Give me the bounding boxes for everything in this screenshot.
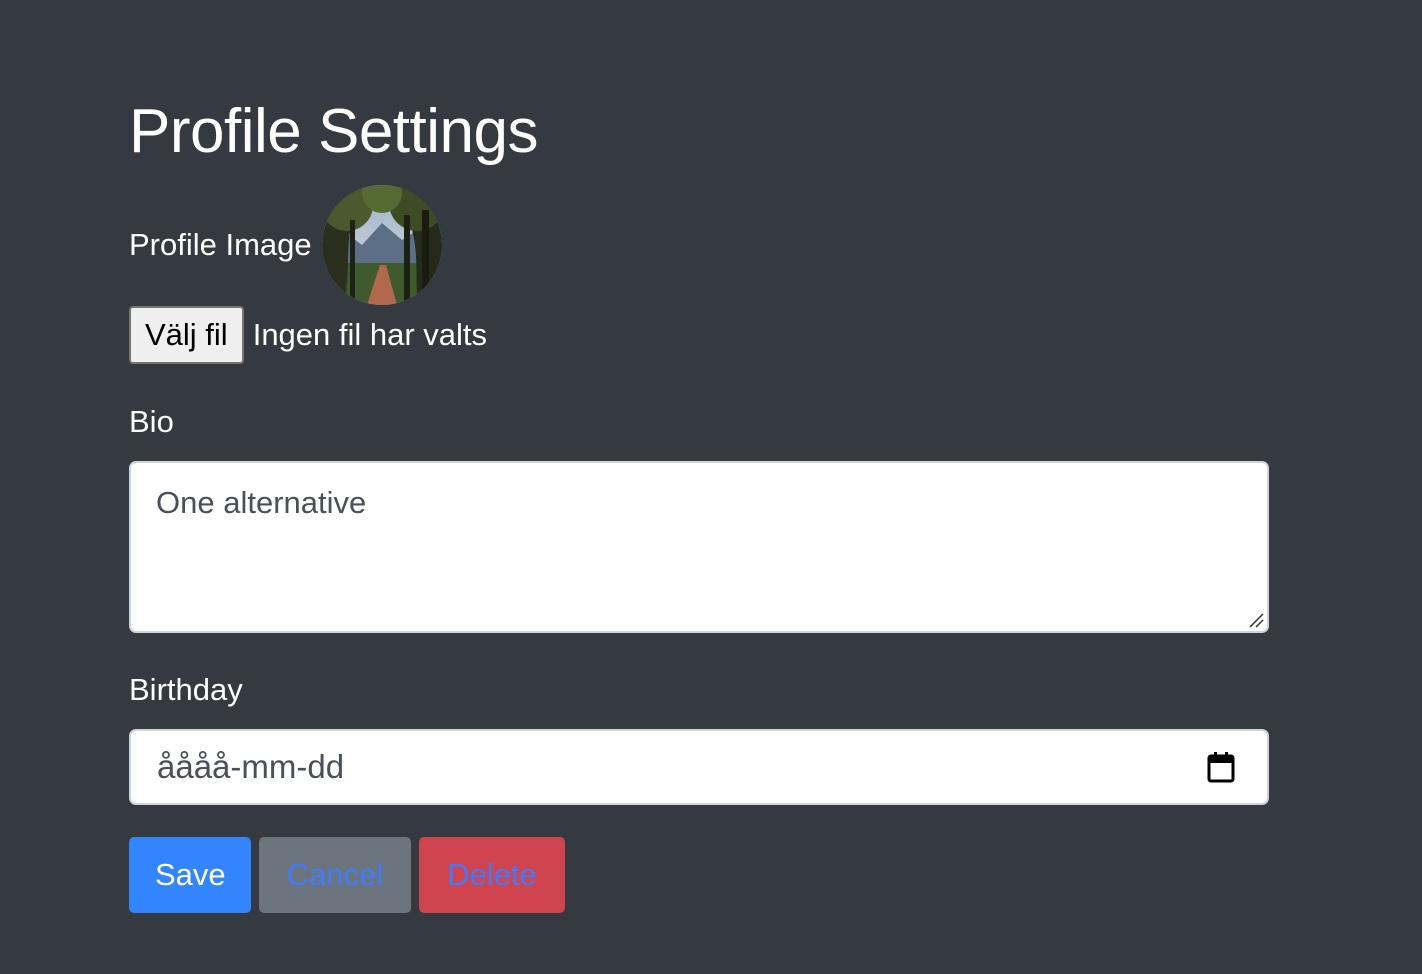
birthday-date-input[interactable]: åååå-mm-dd: [129, 729, 1269, 805]
delete-button[interactable]: Delete: [419, 837, 565, 913]
profile-image-label: Profile Image: [129, 227, 312, 262]
avatar: [321, 185, 442, 305]
save-button[interactable]: Save: [129, 837, 251, 913]
action-buttons: Save Cancel Delete: [129, 837, 565, 913]
profile-image-row: Profile Image: [129, 184, 442, 306]
birthday-label: Birthday: [129, 672, 243, 707]
file-status: Ingen fil har valts: [252, 317, 488, 352]
choose-file-button[interactable]: Välj fil: [129, 306, 244, 364]
page-title: Profile Settings: [129, 97, 539, 166]
file-input: Välj fil Ingen fil har valts: [129, 305, 487, 365]
bio-textarea[interactable]: One alternative: [129, 461, 1269, 633]
cancel-button[interactable]: Cancel: [259, 837, 411, 913]
bio-label: Bio: [129, 404, 174, 439]
bio-value: One alternative: [156, 485, 367, 520]
birthday-placeholder: åååå-mm-dd: [157, 748, 345, 785]
resize-grip-icon[interactable]: [1248, 612, 1264, 628]
calendar-icon[interactable]: [1207, 751, 1235, 783]
